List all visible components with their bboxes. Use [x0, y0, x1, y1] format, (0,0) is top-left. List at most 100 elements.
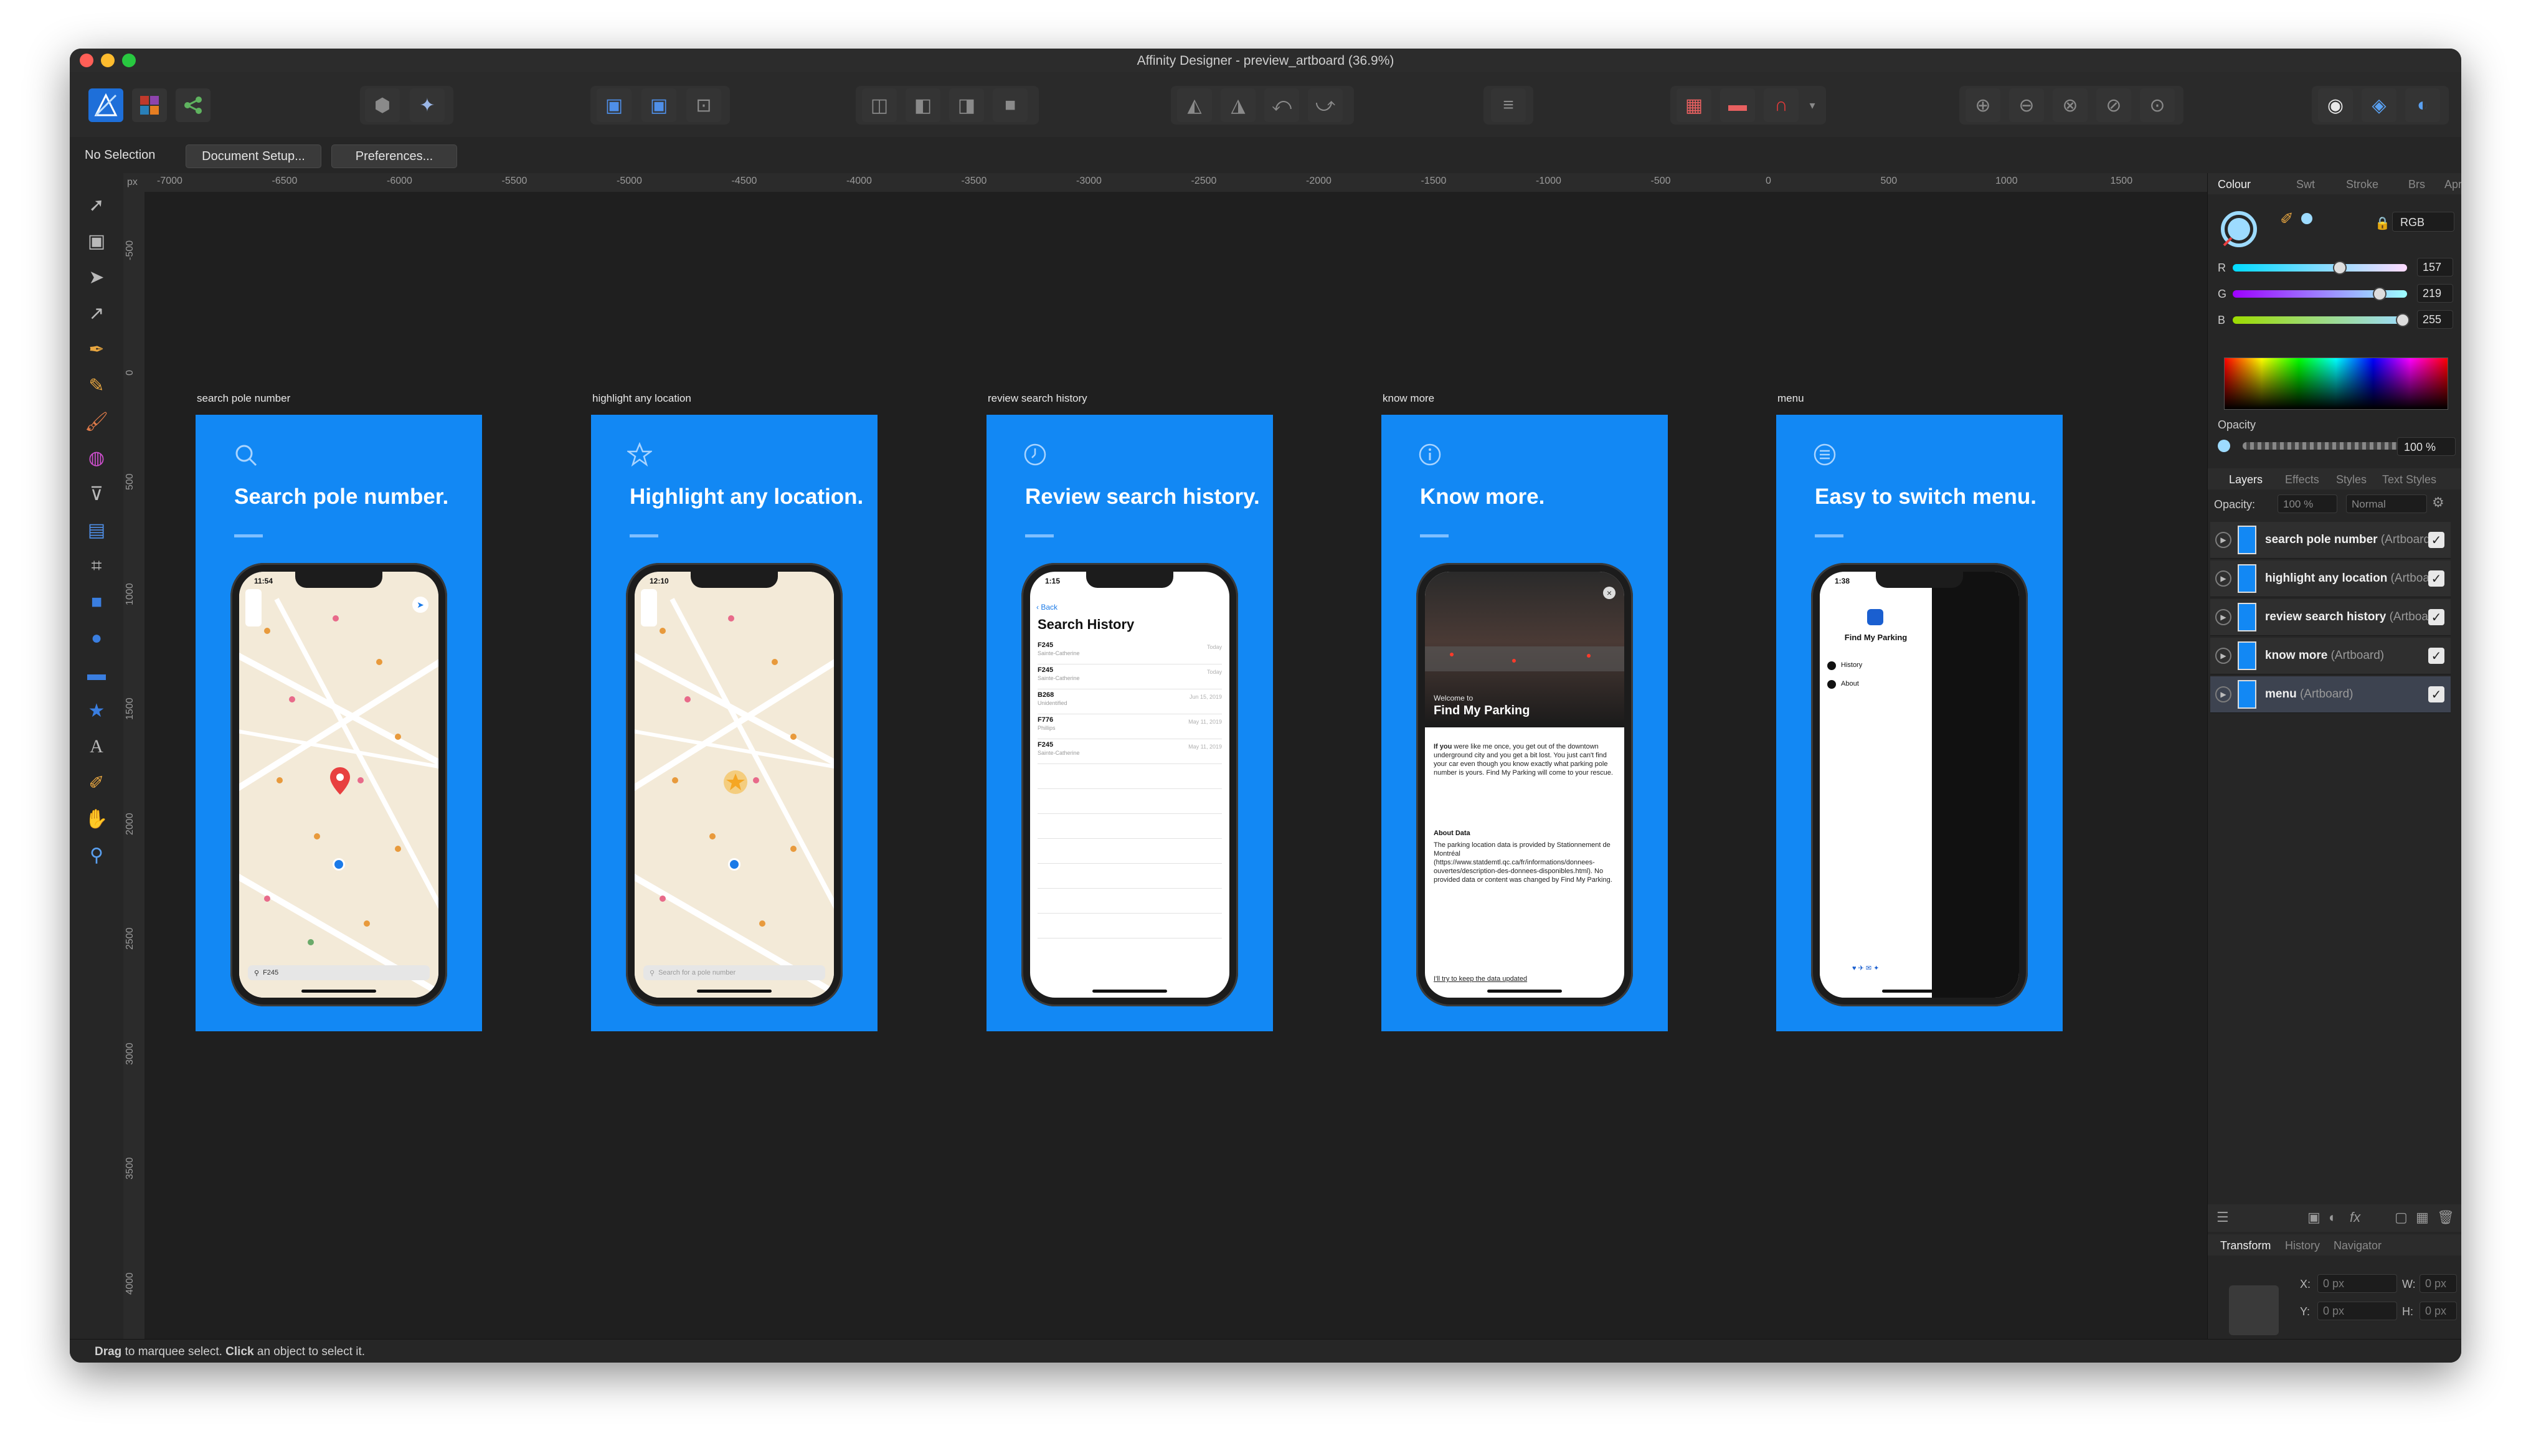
rectangle-tool-icon[interactable]: ■ [81, 587, 112, 618]
tab-swatches[interactable]: Swt [2296, 178, 2315, 191]
tab-navigator[interactable]: Navigator [2334, 1239, 2382, 1252]
map-controls[interactable] [641, 589, 657, 626]
move-tool-icon[interactable]: ➚ [81, 189, 112, 220]
pole-search-field[interactable]: ⚲ F245 [248, 965, 430, 980]
adjustment-icon[interactable]: ◐ [2329, 1209, 2337, 1226]
picked-colour-swatch[interactable] [2301, 213, 2312, 224]
move-to-front-icon[interactable]: ■ [993, 88, 1028, 122]
b-slider[interactable] [2233, 313, 2410, 327]
view-hand-tool-icon[interactable]: ✋ [81, 803, 112, 834]
layer-visibility-checkbox[interactable]: ✓ [2428, 686, 2444, 702]
dimmed-content[interactable] [1932, 572, 2019, 998]
zoom-tool-icon[interactable]: ⚲ [81, 839, 112, 871]
menu-item-history[interactable]: History [1827, 659, 1927, 675]
history-row[interactable]: F245 Sainte-Catherine Today [1038, 639, 1222, 664]
artboard-label[interactable]: menu [1777, 392, 1804, 405]
group-icon[interactable]: ▦ [2416, 1209, 2429, 1226]
close-icon[interactable]: × [1603, 587, 1616, 599]
transform-origin-icon[interactable]: ⊡ [686, 88, 721, 122]
r-value[interactable]: 157 [2417, 258, 2453, 277]
expand-layer-icon[interactable]: ▶ [2215, 686, 2231, 702]
artboard-label[interactable]: highlight any location [592, 392, 691, 405]
text-tool-icon[interactable]: A [81, 731, 112, 762]
snap-guides-icon[interactable]: ▬ [1720, 88, 1755, 122]
tab-stroke[interactable]: Stroke [2346, 178, 2378, 191]
add-icon[interactable]: ⊕ [1966, 88, 2000, 122]
assistant-icon[interactable]: ✦ [410, 88, 445, 122]
fill-stroke-swatch[interactable] [2220, 206, 2270, 252]
pole-search-field[interactable]: ⚲ Search for a pole number [643, 965, 825, 980]
back-button[interactable]: ‹ Back [1036, 603, 1057, 612]
tab-text-styles[interactable]: Text Styles [2382, 473, 2436, 486]
layers-stack-icon[interactable]: ☰ [2216, 1209, 2229, 1226]
artboard-highlight-any-location[interactable]: Highlight any location. 12:10 ⚲ Search f… [591, 415, 878, 1031]
menu-item-about[interactable]: About [1827, 678, 1927, 694]
artboard-tool-icon[interactable]: ▣ [81, 225, 112, 257]
layer-settings-gear-icon[interactable]: ⚙ [2432, 494, 2444, 511]
layer-row[interactable]: ▶ highlight any location (Artboard) ✓ [2210, 560, 2451, 597]
r-slider-knob[interactable] [2333, 261, 2347, 275]
layer-row[interactable]: ▶ menu (Artboard) ✓ [2210, 676, 2451, 713]
w-field[interactable]: 0 px [2420, 1274, 2457, 1293]
layer-row[interactable]: ▶ know more (Artboard) ✓ [2210, 638, 2451, 674]
history-row[interactable]: F776 Phillips May 11, 2019 [1038, 714, 1222, 739]
move-forward-icon[interactable]: ◨ [949, 88, 984, 122]
colour-spectrum[interactable] [2224, 357, 2448, 410]
layer-visibility-checkbox[interactable]: ✓ [2428, 570, 2444, 587]
transparency-tool-icon[interactable]: ⊽ [81, 478, 112, 509]
colour-mode-select[interactable]: RGB [2392, 212, 2454, 232]
layer-visibility-checkbox[interactable]: ✓ [2428, 532, 2444, 548]
expand-layer-icon[interactable]: ▶ [2215, 570, 2231, 587]
flip-horizontal-icon[interactable]: ◭ [1177, 88, 1212, 122]
tab-styles[interactable]: Styles [2336, 473, 2367, 486]
preferences-button[interactable]: Preferences... [331, 144, 457, 168]
node-tool-icon[interactable]: ➤ [81, 262, 112, 293]
geometry-icon[interactable]: ◈ [2362, 88, 2396, 122]
document-setup-button[interactable]: Document Setup... [186, 144, 321, 168]
expand-layer-icon[interactable]: ▶ [2215, 532, 2231, 548]
history-row[interactable]: F245 Sainte-Catherine May 11, 2019 [1038, 739, 1222, 764]
artboard-know-more[interactable]: Know more. × Welcome to Find My Parking … [1381, 415, 1668, 1031]
add-layer-icon[interactable]: ▢ [2395, 1209, 2408, 1226]
lock-icon[interactable]: 🔒 [2375, 215, 2390, 231]
place-image-tool-icon[interactable]: ▤ [81, 514, 112, 546]
social-icons[interactable]: ♥ ✈ ✉ ✦ [1852, 964, 1879, 972]
pen-tool-icon[interactable]: ✒ [81, 334, 112, 365]
crop-tool-icon[interactable]: ⌗ [81, 551, 112, 582]
artboard-label[interactable]: review search history [988, 392, 1087, 405]
pixel-persona-icon[interactable] [132, 88, 167, 122]
artboard-search-pole-number[interactable]: Search pole number. ➤ 11:54 ⚲ F245 [196, 415, 482, 1031]
expand-layer-icon[interactable]: ▶ [2215, 609, 2231, 625]
fx-icon[interactable]: fx [2350, 1209, 2360, 1226]
r-slider[interactable] [2233, 261, 2407, 275]
locate-icon[interactable]: ➤ [412, 597, 428, 613]
layer-row[interactable]: ▶ search pole number (Artboard) ✓ [2210, 522, 2451, 559]
flip-vertical-icon[interactable]: ◮ [1221, 88, 1256, 122]
mask-icon[interactable]: ▣ [2307, 1209, 2320, 1226]
history-row[interactable]: F245 Sainte-Catherine Today [1038, 664, 1222, 689]
g-slider-knob[interactable] [2373, 287, 2387, 301]
star-tool-icon[interactable]: ★ [81, 695, 112, 726]
tab-layers[interactable]: Layers [2229, 473, 2263, 486]
xor-icon[interactable]: ⊘ [2096, 88, 2131, 122]
colour-picker-tool-icon[interactable]: ✐ [81, 767, 112, 798]
artboard-review-search-history[interactable]: Review search history. 1:15 ‹ Back Searc… [986, 415, 1273, 1031]
rotate-left-icon[interactable]: ⤺ [1264, 88, 1299, 122]
artboard-label[interactable]: know more [1383, 392, 1434, 405]
snapping-magnet-icon[interactable]: ∩ [1764, 88, 1799, 122]
opacity-value[interactable]: 100 % [2397, 437, 2456, 456]
h-field[interactable]: 0 px [2420, 1302, 2457, 1320]
tab-history[interactable]: History [2285, 1239, 2320, 1252]
pencil-tool-icon[interactable]: ✎ [81, 370, 112, 401]
layer-row[interactable]: ▶ review search history (Artboard) ✓ [2210, 599, 2451, 636]
layer-visibility-checkbox[interactable]: ✓ [2428, 648, 2444, 664]
quick-look-icon[interactable]: ◉ [2318, 88, 2353, 122]
g-value[interactable]: 219 [2417, 284, 2453, 303]
brush-tool-icon[interactable]: 🖌 [81, 406, 112, 437]
canvas[interactable]: search pole number Search pole number. ➤… [144, 192, 2207, 1339]
intersect-icon[interactable]: ⊗ [2053, 88, 2088, 122]
subtract-icon[interactable]: ⊖ [2009, 88, 2044, 122]
expand-layer-icon[interactable]: ▶ [2215, 648, 2231, 664]
rounded-rectangle-tool-icon[interactable]: ▬ [81, 659, 112, 690]
snapping-dropdown-icon[interactable]: ▾ [1804, 88, 1821, 122]
